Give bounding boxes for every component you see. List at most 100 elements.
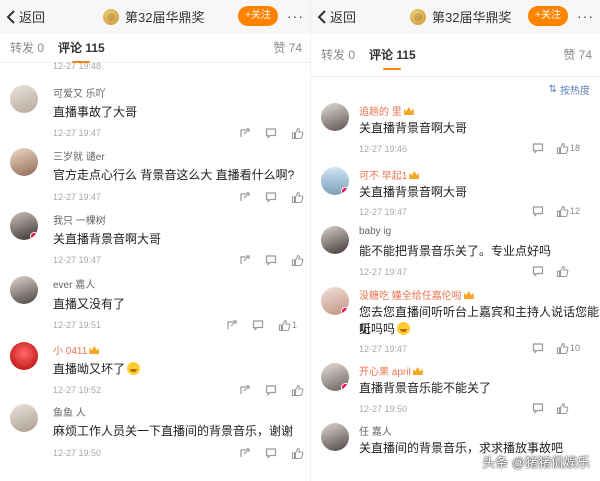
comment-item[interactable]: 追趟的 里 关直播背景音啊大哥 12-27 19:46 18 — [311, 101, 600, 163]
comment-item[interactable]: baby ig 能不能把背景音乐关了。专业点好吗 12-27 19:47 — [311, 224, 600, 285]
top-nav-bar: 返回 第32届华鼎奖 +关注 ··· — [0, 0, 310, 33]
sort-toggle[interactable]: ⇅ 按热度 — [311, 77, 600, 101]
comment-username[interactable]: 鱼鱼 人 — [53, 404, 86, 419]
thumb-up-icon[interactable] — [555, 264, 569, 278]
comment-item[interactable]: 我只 一棵树 关直播背景音啊大哥 12-27 19:47 — [0, 204, 310, 268]
avatar[interactable] — [321, 363, 349, 391]
comment-tabs: 转发 0 评论 115 赞 74 — [0, 33, 310, 63]
back-button[interactable]: 返回 — [317, 7, 356, 26]
comment-time: 12-27 19:47 — [359, 344, 408, 354]
avatar[interactable] — [321, 423, 349, 451]
comment-time: 12-27 19:47 — [53, 192, 102, 202]
follow-button[interactable]: +关注 — [528, 6, 568, 26]
comment-time: 12-27 19:48 — [53, 61, 102, 71]
comment-text: 直播呦又坏了 — [53, 361, 141, 378]
comment-actions: 10 — [531, 341, 580, 355]
tab-repost[interactable]: 转发 0 — [10, 33, 44, 63]
comment-item[interactable]: 开心果 april 直播背景音乐能不能关了 12-27 19:50 — [311, 361, 600, 421]
more-menu-icon[interactable]: ··· — [287, 8, 304, 24]
repost-icon[interactable] — [238, 190, 252, 204]
comment-icon[interactable] — [531, 341, 545, 355]
comment-username[interactable]: 三岁就 谴er — [53, 148, 105, 163]
sort-label: 按热度 — [560, 85, 590, 97]
more-menu-icon[interactable]: ··· — [577, 8, 594, 24]
left-screenshot: 返回 第32届华鼎奖 +关注 ··· 转发 0 评论 115 赞 74 12-2… — [0, 0, 310, 481]
comment-actions: 18 — [531, 141, 580, 155]
comment-item[interactable]: 小 0411 直播呦又坏了 12-27 19:52 — [0, 334, 310, 398]
comment-username[interactable]: 我只 一棵树 — [53, 212, 106, 227]
thumb-up-icon[interactable] — [290, 383, 304, 397]
comment-username[interactable]: 小 0411 — [53, 342, 100, 357]
avatar[interactable] — [321, 287, 349, 315]
comment-text: 官方走点心行么 背景音这么大 直播看什么啊? — [53, 168, 295, 182]
comment-username[interactable]: 任 嘉人 — [359, 423, 392, 438]
comment-username[interactable]: 追趟的 里 — [359, 103, 414, 118]
comment-item[interactable]: 可不 早起1 关直播背景音啊大哥 12-27 19:47 12 — [311, 163, 600, 224]
page-title: 第32届华鼎奖 — [103, 7, 204, 26]
comment-time: 12-27 19:46 — [359, 144, 408, 154]
thumb-up-icon[interactable] — [277, 318, 291, 332]
thumb-up-icon[interactable] — [555, 204, 569, 218]
comment-text: 直播事故了大哥 — [53, 105, 138, 119]
tab-comments[interactable]: 评论 115 — [58, 33, 105, 63]
back-button[interactable]: 返回 — [6, 7, 45, 26]
comment-item[interactable]: 没糖吃 嫤全给任嘉伦啦 您去您直播间听听台上嘉宾和主持人说话您能听 见吗吗 12… — [311, 285, 600, 361]
top-nav-bar: 返回 第32届华鼎奖 +关注 ··· — [311, 0, 600, 33]
comment-username[interactable]: ever 嘉人 — [53, 276, 95, 291]
avatar[interactable] — [321, 167, 349, 195]
comment-icon[interactable] — [531, 264, 545, 278]
comment-icon[interactable] — [531, 204, 545, 218]
comment-icon[interactable] — [264, 383, 278, 397]
tab-likes[interactable]: 赞 74 — [273, 33, 302, 63]
comment-username[interactable]: 可不 早起1 — [359, 167, 420, 182]
comment-icon[interactable] — [531, 401, 545, 415]
comment-actions: 1 — [225, 318, 302, 332]
comment-username[interactable]: baby ig — [359, 226, 391, 237]
comment-item[interactable]: ever 嘉人 直播又没有了 12-27 19:51 1 — [0, 268, 310, 334]
avatar[interactable] — [10, 212, 38, 240]
comment-icon[interactable] — [264, 190, 278, 204]
comment-username[interactable]: 没糖吃 嫤全给任嘉伦啦 — [359, 287, 474, 302]
thumb-up-icon[interactable] — [290, 253, 304, 267]
comment-username[interactable]: 开心果 april — [359, 363, 423, 378]
comment-time: 12-27 19:50 — [53, 448, 102, 458]
tab-likes[interactable]: 赞 74 — [563, 40, 592, 70]
crown-icon — [412, 367, 423, 375]
repost-icon[interactable] — [238, 383, 252, 397]
thumb-up-icon[interactable] — [555, 341, 569, 355]
comment-time: 12-27 19:47 — [359, 207, 408, 217]
repost-icon[interactable] — [238, 253, 252, 267]
comment-actions — [238, 190, 310, 204]
repost-icon[interactable] — [225, 318, 239, 332]
avatar[interactable] — [10, 148, 38, 176]
comment-icon[interactable] — [264, 253, 278, 267]
crown-icon — [409, 171, 420, 179]
comment-text: 直播背景音乐能不能关了 — [359, 381, 492, 395]
comment-text: 麻烦工作人员关一下直播间的背景音乐，谢谢 — [53, 424, 294, 438]
comment-username[interactable]: 可爱又 乐吖 — [53, 85, 106, 100]
tab-comments[interactable]: 评论 115 — [369, 40, 416, 70]
comment-time: 12-27 19:47 — [53, 255, 102, 265]
thumb-up-icon[interactable] — [555, 401, 569, 415]
avatar[interactable] — [321, 226, 349, 254]
comment-icon[interactable] — [264, 446, 278, 460]
avatar[interactable] — [321, 103, 349, 131]
comment-text: 关直播背景音啊大哥 — [359, 121, 468, 135]
thumb-up-icon[interactable] — [290, 190, 304, 204]
comment-actions — [531, 264, 580, 278]
comment-icon[interactable] — [251, 318, 265, 332]
comment-item[interactable]: 鱼鱼 人 麻烦工作人员关一下直播间的背景音乐，谢谢 12-27 19:50 — [0, 398, 310, 468]
repost-icon[interactable] — [238, 446, 252, 460]
avatar[interactable] — [10, 276, 38, 304]
avatar[interactable] — [10, 404, 38, 432]
thumb-up-icon[interactable] — [555, 141, 569, 155]
follow-button[interactable]: +关注 — [238, 6, 278, 26]
thumb-up-icon[interactable] — [290, 446, 304, 460]
tab-repost[interactable]: 转发 0 — [321, 40, 355, 70]
comment-item[interactable]: 可爱又 乐吖 直播事故了大哥 12-27 19:47 — [0, 73, 310, 139]
avatar[interactable] — [10, 342, 38, 370]
avatar[interactable] — [10, 85, 38, 113]
comment-item[interactable]: 三岁就 谴er 官方走点心行么 背景音这么大 直播看什么啊? 12-27 19:… — [0, 138, 310, 204]
comment-icon[interactable] — [531, 141, 545, 155]
comment-text-line2: 见吗吗 — [359, 321, 411, 338]
